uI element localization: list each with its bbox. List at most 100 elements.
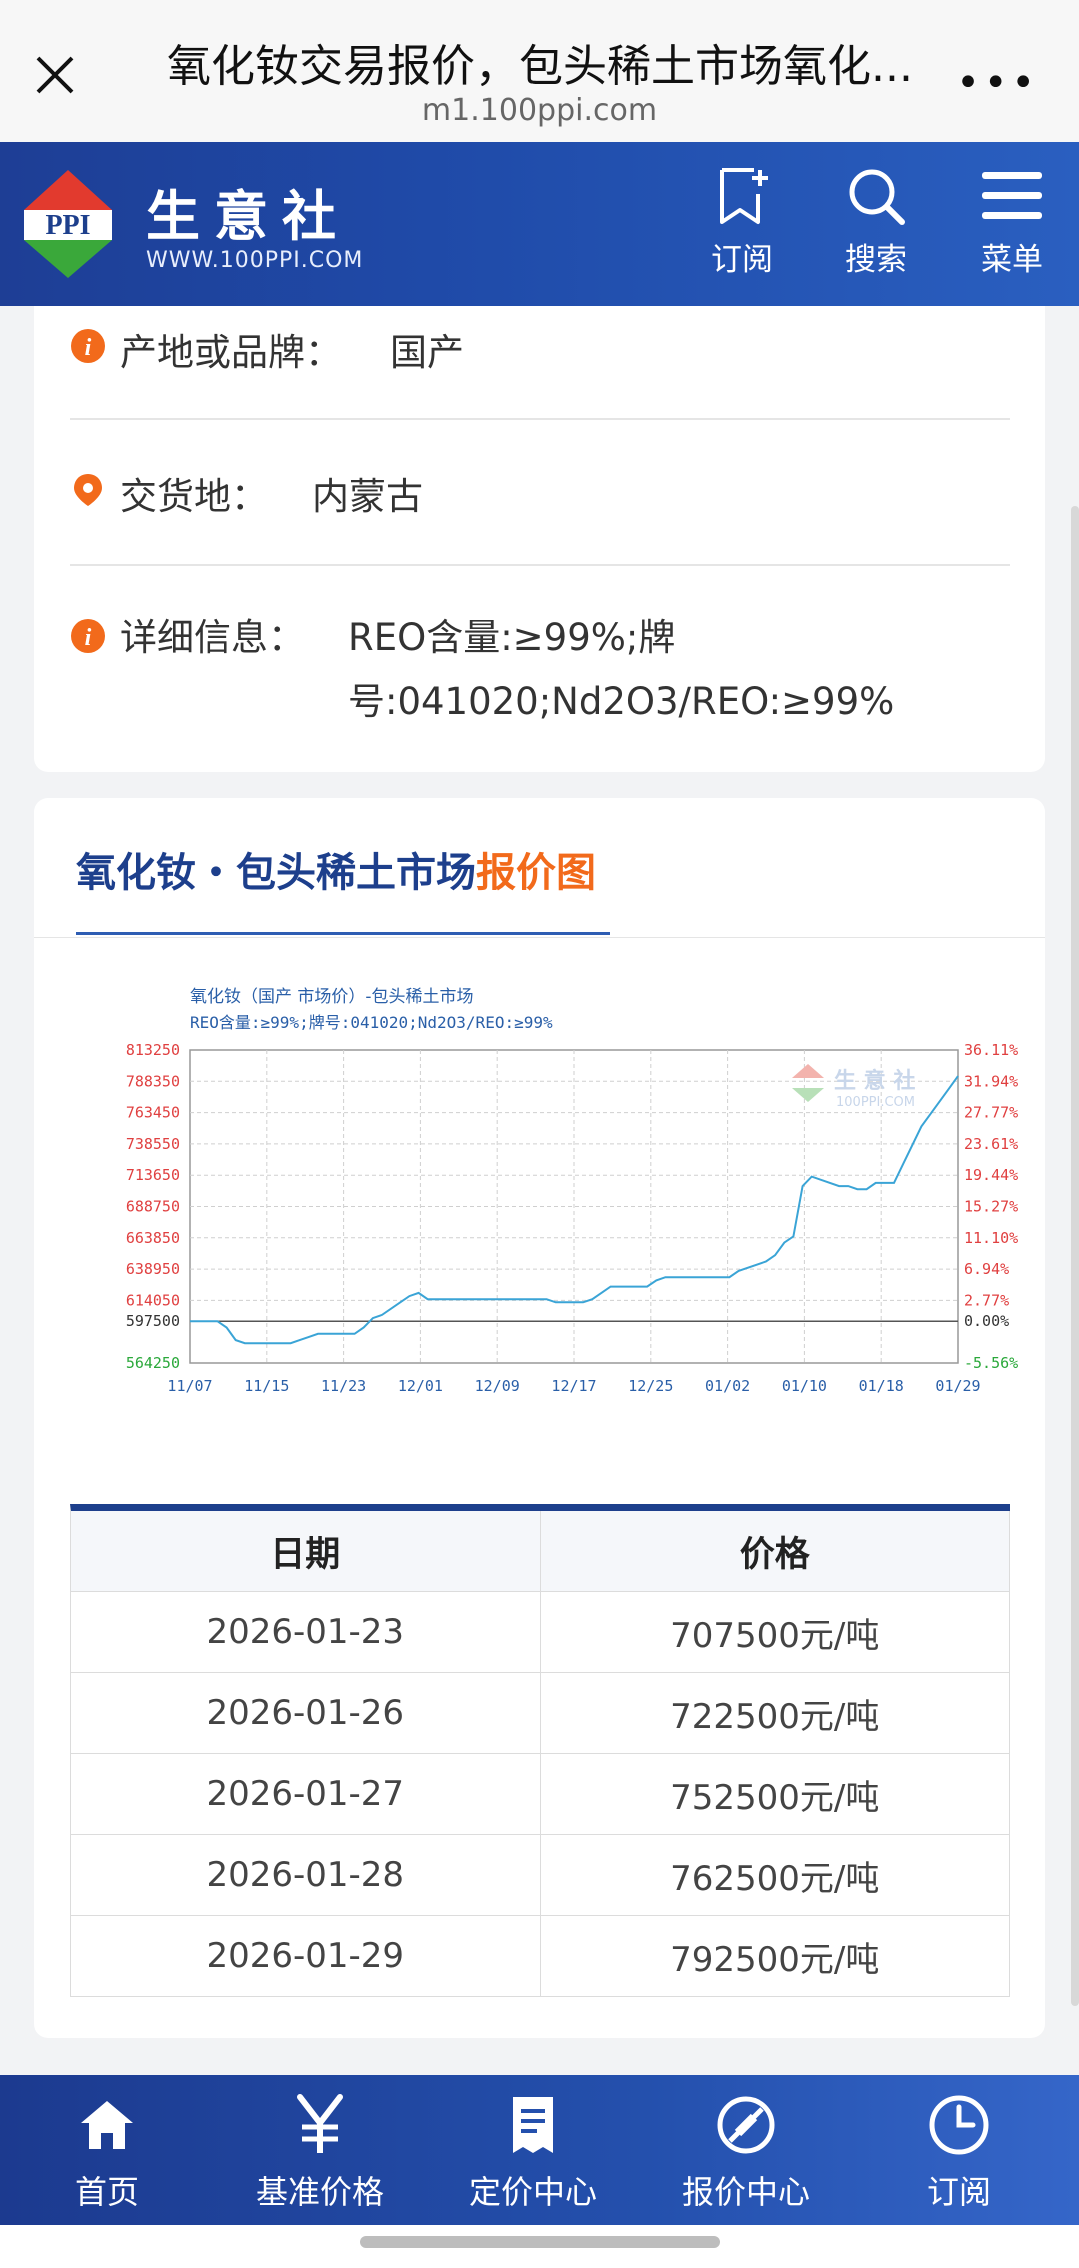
chart-x-tick-label: 11/07 — [167, 1377, 212, 1395]
table-cell-date: 2026-01-29 — [71, 1916, 541, 1996]
subscribe-label: 订阅 — [711, 242, 773, 278]
chart-y2-tick-label: -5.56% — [964, 1354, 1018, 1372]
clock-icon — [929, 2095, 989, 2155]
chart-y2-tick-label: 11.10% — [964, 1229, 1018, 1247]
document-icon — [513, 2097, 553, 2153]
chart-x-tick-label: 12/25 — [628, 1377, 673, 1395]
divider — [70, 564, 1010, 566]
nav-home[interactable]: 首页 — [17, 2093, 197, 2213]
price-line-chart[interactable]: 氧化钕（国产 市场价）-包头稀土市场 REO含量:≥99%;牌号:041020;N… — [64, 978, 1024, 1398]
chart-y2-tick-label: 6.94% — [964, 1260, 1009, 1278]
nav-benchmark[interactable]: 基准价格 — [230, 2093, 410, 2213]
chart-y-tick-label: 688750 — [126, 1198, 180, 1216]
chart-x-tick-label: 01/02 — [705, 1377, 750, 1395]
brand-name[interactable]: 生意社 — [146, 172, 350, 251]
chart-subtitle: REO含量:≥99%;牌号:041020;Nd2O3/REO:≥99% — [190, 1013, 553, 1032]
search-button[interactable]: 搜索 — [826, 164, 926, 294]
site-header: PPI 生意社 WWW.100PPI.COM 订阅 搜索 菜单 — [0, 142, 1079, 306]
section-title-highlight: 报价图 — [476, 850, 596, 896]
delivery-value: 内蒙古 — [312, 475, 423, 518]
svg-text:i: i — [85, 625, 92, 651]
nav-pricing[interactable]: 定价中心 — [443, 2093, 623, 2213]
home-indicator[interactable] — [360, 2236, 720, 2248]
home-icon — [81, 2101, 133, 2149]
chart-x-tick-label: 11/23 — [321, 1377, 366, 1395]
chart-x-tick-label: 01/29 — [935, 1377, 980, 1395]
table-row: 2026-01-23 707500元/吨 — [71, 1592, 1010, 1673]
table-cell-price: 752500元/吨 — [541, 1754, 1010, 1834]
table-cell-price: 707500元/吨 — [541, 1592, 1010, 1672]
chart-y2-tick-label: 31.94% — [964, 1072, 1018, 1090]
table-cell-price: 722500元/吨 — [541, 1673, 1010, 1753]
chart-title: 氧化钕（国产 市场价）-包头稀土市场 — [190, 987, 474, 1007]
tag-circle-icon — [717, 2096, 775, 2154]
nav-quote[interactable]: 报价中心 — [656, 2093, 836, 2213]
chart-x-tick-label: 12/01 — [398, 1377, 443, 1395]
chart-x-tick-label: 12/09 — [475, 1377, 520, 1395]
chart-x-tick-label: 01/10 — [782, 1377, 827, 1395]
table-cell-price: 762500元/吨 — [541, 1835, 1010, 1915]
price-chart-card: 氧化钕・包头稀土市场报价图 氧化钕（国产 市场价）-包头稀土市场 REO含量:≥9… — [34, 798, 1045, 2038]
table-header-row: 日期 价格 — [71, 1511, 1010, 1592]
chart-y-tick-label: 738550 — [126, 1135, 180, 1153]
chart-y2-tick-label: 0.00% — [964, 1312, 1009, 1330]
chart-y-tick-label: 614050 — [126, 1291, 180, 1309]
chart-y-tick-label: 597500 — [126, 1312, 180, 1330]
divider — [70, 418, 1010, 420]
section-title-main: 氧化钕・包头稀土市场 — [76, 850, 476, 896]
chart-y2-tick-label: 23.61% — [964, 1135, 1018, 1153]
chart-y-tick-label: 813250 — [126, 1041, 180, 1059]
table-cell-price: 792500元/吨 — [541, 1916, 1010, 1996]
bottom-nav: 首页 基准价格 定价中心 报价中心 订阅 — [0, 2075, 1079, 2225]
chart-watermark: 生 意 社 — [834, 1068, 915, 1094]
nav-subscribe-label: 订阅 — [926, 2173, 991, 2211]
table-cell-date: 2026-01-28 — [71, 1835, 541, 1915]
chart-y-tick-label: 663850 — [126, 1229, 180, 1247]
chart-x-tick-label: 01/18 — [859, 1377, 904, 1395]
svg-text:i: i — [85, 335, 92, 361]
table-cell-date: 2026-01-23 — [71, 1592, 541, 1672]
subscribe-button[interactable]: 订阅 — [692, 164, 792, 294]
table-cell-date: 2026-01-27 — [71, 1754, 541, 1834]
page-title: 氧化钕交易报价，包头稀土市场氧化... — [167, 41, 913, 92]
info-icon: i — [71, 619, 105, 653]
menu-label: 菜单 — [981, 242, 1043, 278]
table-row: 2026-01-28 762500元/吨 — [71, 1835, 1010, 1916]
chart-y-tick-label: 713650 — [126, 1166, 180, 1184]
more-options-icon[interactable]: ••• — [956, 60, 1039, 106]
brand-url: WWW.100PPI.COM — [146, 248, 364, 273]
bookmark-plus-icon — [720, 168, 768, 224]
section-title-underline — [76, 932, 610, 935]
chart-watermark-url: 100PPI.COM — [836, 1095, 915, 1110]
yen-icon — [297, 2094, 343, 2153]
search-label: 搜索 — [845, 242, 907, 278]
table-cell-date: 2026-01-26 — [71, 1673, 541, 1753]
search-icon — [849, 169, 905, 225]
detail-label: 详细信息： — [120, 616, 305, 659]
hamburger-menu-icon — [982, 172, 1042, 219]
nav-home-label: 首页 — [74, 2173, 139, 2211]
nav-subscribe[interactable]: 订阅 — [869, 2093, 1049, 2213]
nav-pricing-label: 定价中心 — [468, 2173, 597, 2211]
page-url: m1.100ppi.com — [421, 93, 658, 128]
product-info-card: i 产地或品牌： 国产 交货地： 内蒙古 i 详细信息： REO含量:≥99%;… — [34, 306, 1045, 772]
table-header-date: 日期 — [71, 1511, 541, 1591]
logo-text: PPI — [45, 210, 90, 241]
chart-y2-tick-label: 2.77% — [964, 1291, 1009, 1309]
chart-y-tick-label: 763450 — [126, 1104, 180, 1122]
info-icon: i — [71, 329, 105, 363]
table-header-price: 价格 — [540, 1511, 1010, 1591]
table-row: 2026-01-27 752500元/吨 — [71, 1754, 1010, 1835]
chart-y2-tick-label: 27.77% — [964, 1104, 1018, 1122]
ppi-logo-icon[interactable]: PPI — [24, 170, 112, 278]
table-row: 2026-01-29 792500元/吨 — [71, 1916, 1010, 1997]
location-pin-icon — [74, 474, 102, 506]
chart-y-tick-label: 788350 — [126, 1072, 180, 1090]
chart-y2-tick-label: 36.11% — [964, 1041, 1018, 1059]
chart-y-tick-label: 638950 — [126, 1260, 180, 1278]
scrollbar[interactable] — [1071, 506, 1079, 2006]
menu-button[interactable]: 菜单 — [962, 164, 1062, 294]
nav-quote-label: 报价中心 — [681, 2173, 810, 2211]
chart-y2-tick-label: 15.27% — [964, 1198, 1018, 1216]
divider — [34, 937, 1045, 938]
